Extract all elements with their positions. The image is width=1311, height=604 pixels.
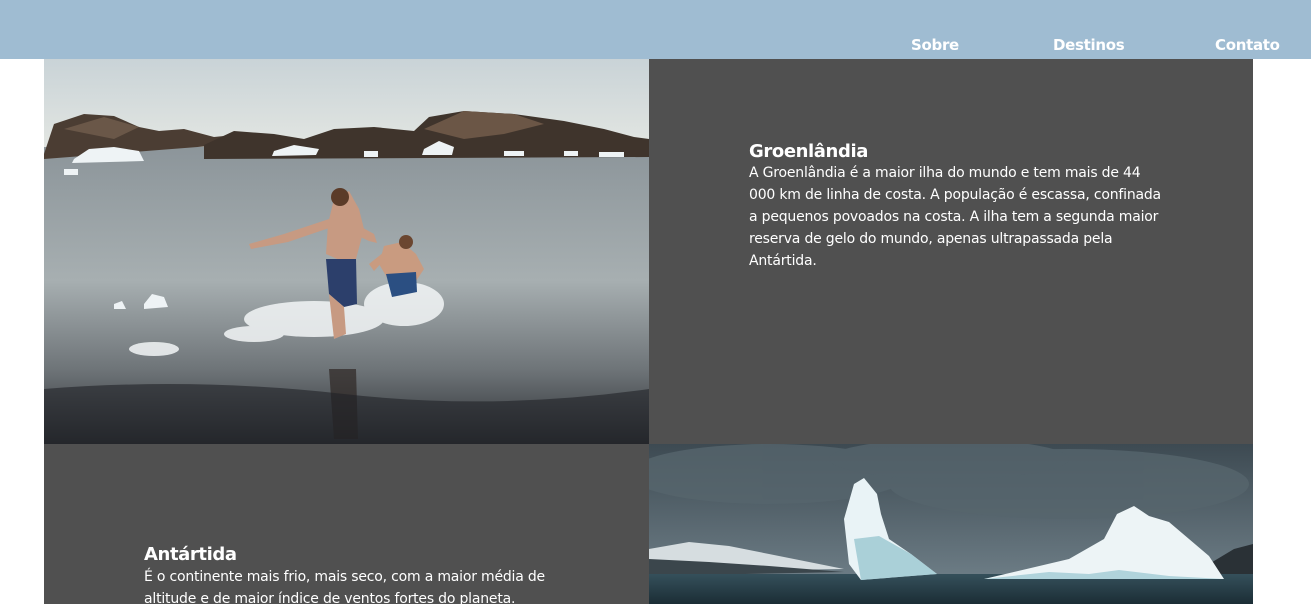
antarctica-photo [649,444,1253,604]
nav-link-sobre[interactable]: Sobre [911,35,959,55]
top-navigation-bar: Sobre Destinos Contato [0,0,1311,59]
greenland-info-panel: Groenlândia A Groenlândia é a maior ilha… [649,59,1253,444]
greenland-photo [44,59,649,444]
nav-link-destinos[interactable]: Destinos [1053,35,1125,55]
antarctica-info-panel: Antártida É o continente mais frio, mais… [44,444,649,604]
greenland-title: Groenlândia [749,141,868,162]
antarctica-title: Antártida [144,544,237,565]
antarctica-description: É o continente mais frio, mais seco, com… [144,569,545,604]
greenland-description: A Groenlândia é a maior ilha do mundo e … [749,165,1161,269]
nav-link-contato[interactable]: Contato [1215,35,1280,55]
